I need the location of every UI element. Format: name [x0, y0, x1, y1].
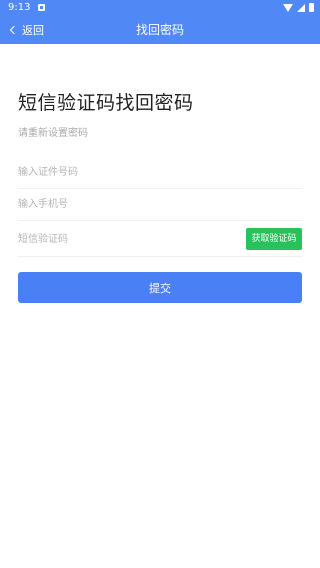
notification-icon — [38, 4, 45, 11]
form-subtitle: 请重新设置密码 — [18, 128, 88, 139]
page-title: 找回密码 — [135, 23, 184, 37]
wifi-icon — [283, 3, 293, 12]
phone-field — [18, 188, 302, 221]
get-code-button[interactable]: 获取验证码 — [246, 228, 302, 250]
status-icons — [283, 3, 314, 12]
form-heading: 短信验证码找回密码 — [18, 92, 194, 114]
status-time: 9:13 — [8, 2, 31, 13]
sms-code-field: 获取验证码 — [18, 222, 302, 257]
submit-button[interactable]: 提交 — [18, 272, 302, 303]
nav-bar: 返回 找回密码 — [0, 16, 320, 44]
status-bar: 9:13 — [0, 0, 320, 16]
id-number-field — [18, 156, 302, 189]
phone-input[interactable] — [18, 188, 218, 220]
id-number-input[interactable] — [18, 156, 218, 188]
battery-icon — [309, 3, 314, 12]
signal-icon — [297, 3, 305, 12]
sms-code-input[interactable] — [18, 222, 218, 256]
